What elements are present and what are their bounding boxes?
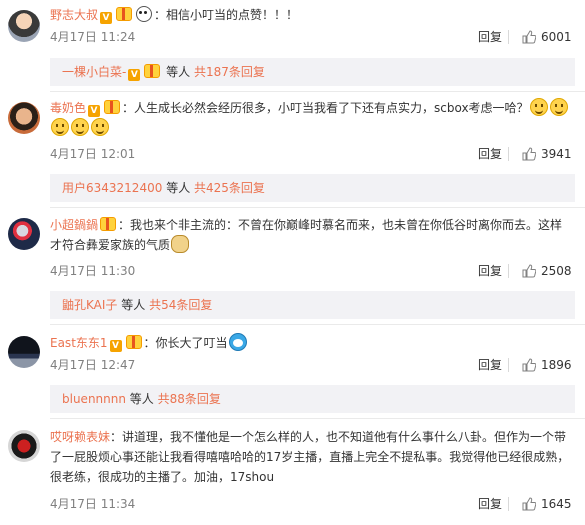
comment-list: 野志大叔 V ：相信小叮当的点赞！！！ 4月17日 11:24 回复 6001 一棵… <box>0 0 585 525</box>
reply-user-link[interactable]: bluennnnn <box>62 392 126 406</box>
reply-summary[interactable]: 用户6343212400 等人 共425条回复 <box>50 174 575 202</box>
separator <box>508 30 509 44</box>
thumbs-up-icon[interactable] <box>522 497 536 511</box>
reply-button[interactable]: 回复 <box>478 497 502 511</box>
thumbs-up-icon[interactable] <box>522 30 536 44</box>
separator <box>508 497 509 511</box>
username-link[interactable]: 哎呀赖表妹 <box>50 430 110 444</box>
like-count[interactable]: 3941 <box>541 147 572 161</box>
reply-summary-mid: 等人 <box>166 65 191 79</box>
reply-count-link[interactable]: 共425条回复 <box>194 181 265 195</box>
comment-time: 4月17日 11:24 <box>50 30 136 44</box>
fan-badge-icon <box>116 7 133 21</box>
verified-badge-icon: V <box>128 69 141 81</box>
like-count[interactable]: 6001 <box>541 30 572 44</box>
comment-time: 4月17日 12:47 <box>50 358 136 372</box>
comment-time: 4月17日 11:34 <box>50 497 136 511</box>
smile-emoji-icon <box>71 118 89 136</box>
like-count[interactable]: 2508 <box>541 264 572 278</box>
reply-summary[interactable]: 鼬孔KAI子 等人 共54条回复 <box>50 291 575 319</box>
comment-body-line2: 才符合彝爱家族的气质 <box>50 238 171 252</box>
reply-user-link[interactable]: 鼬孔KAI子 <box>62 298 117 312</box>
username-link[interactable]: 毒奶色 <box>50 101 86 115</box>
reply-button[interactable]: 回复 <box>478 358 502 372</box>
reply-button[interactable]: 回复 <box>478 264 502 278</box>
thumbs-up-icon[interactable] <box>522 358 536 372</box>
separator <box>508 264 509 278</box>
divider <box>50 91 585 92</box>
comment-body: ：人生成长必然会经历很多，小叮当我看了下还有点实力，scbox考虑一哈？ <box>122 101 529 115</box>
comment-text: 毒奶色 V ：人生成长必然会经历很多，小叮当我看了下还有点实力，scbox考虑一哈？ <box>50 98 575 138</box>
verified-badge-icon: V <box>88 105 101 117</box>
username-link[interactable]: 野志大叔 <box>50 8 98 22</box>
divider <box>50 207 585 208</box>
reply-summary[interactable]: bluennnnn 等人 共88条回复 <box>50 385 575 413</box>
comment-text: East东东1 V ：你长大了叮当 <box>50 333 575 353</box>
reply-count-link[interactable]: 共187条回复 <box>194 65 265 79</box>
fan-badge-icon <box>100 217 117 231</box>
fan-badge-icon <box>104 100 121 114</box>
avatar[interactable] <box>8 218 40 250</box>
reply-summary-mid: 等人 <box>121 298 146 312</box>
username-link[interactable]: East东东1 <box>50 336 108 350</box>
smile-emoji-icon <box>51 118 69 136</box>
avatar[interactable] <box>8 10 40 42</box>
smile-emoji-icon <box>529 98 548 116</box>
reply-count-link[interactable]: 共54条回复 <box>149 298 212 312</box>
comment-time: 4月17日 12:01 <box>50 147 136 161</box>
comment-text: 哎呀赖表妹：讲道理，我不懂他是一个怎么样的人，也不知道他有什么事什么八卦。但作为… <box>50 427 575 487</box>
panda-emoji-icon <box>136 6 153 22</box>
fan-badge-icon <box>125 335 142 349</box>
reply-count-link[interactable]: 共88条回复 <box>158 392 221 406</box>
reply-button[interactable]: 回复 <box>478 147 502 161</box>
reply-button[interactable]: 回复 <box>478 30 502 44</box>
reply-summary-mid: 等人 <box>129 392 154 406</box>
comment-body: ：相信小叮当的点赞！！！ <box>154 8 299 22</box>
verified-badge-icon: V <box>109 340 122 352</box>
smile-emoji-icon <box>91 118 109 136</box>
divider <box>50 418 585 419</box>
avatar[interactable] <box>8 336 40 368</box>
reply-user-link[interactable]: 用户6343212400 <box>62 181 162 195</box>
like-count[interactable]: 1896 <box>541 358 572 372</box>
comment-time: 4月17日 11:30 <box>50 264 136 278</box>
thumbs-up-icon[interactable] <box>522 264 536 278</box>
separator <box>508 358 509 372</box>
divider <box>50 324 585 325</box>
comment-body-line3: 很老练，很成功的主播了。加油，17shou <box>50 470 275 484</box>
thumbs-up-icon[interactable] <box>522 147 536 161</box>
fan-badge-icon <box>144 64 161 78</box>
comment-body: ：你长大了叮当 <box>143 336 228 350</box>
comment-body: ：我也来个非主流的：不曾在你巅峰时慕名而来，也未曾在你低谷时离你而去。这样 <box>118 218 563 232</box>
avatar[interactable] <box>8 102 40 134</box>
comment-text: 小超鍋鍋 ：我也来个非主流的：不曾在你巅峰时慕名而来，也未曾在你低谷时离你而去。这… <box>50 215 575 255</box>
smile-emoji-icon <box>549 98 568 116</box>
reply-summary-mid: 等人 <box>166 181 191 195</box>
verified-badge-icon: V <box>100 12 113 24</box>
comment-text: 野志大叔 V ：相信小叮当的点赞！！！ <box>50 5 575 25</box>
doge-emoji-icon <box>171 235 190 253</box>
like-count[interactable]: 1645 <box>541 497 572 511</box>
reply-summary[interactable]: 一棵小白菜- V 等人 共187条回复 <box>50 58 575 86</box>
username-link[interactable]: 小超鍋鍋 <box>50 218 98 232</box>
reply-user-link[interactable]: 一棵小白菜- <box>62 65 126 79</box>
separator <box>508 147 509 161</box>
doraemon-emoji-icon <box>228 333 247 351</box>
comment-body-line2: 了一屁股烦心事还能让我看得嘻嘻哈哈的17岁主播，直播上完全不提私事。我觉得他已经… <box>50 450 570 464</box>
comment-body: ：讲道理，我不懂他是一个怎么样的人，也不知道他有什么事什么八卦。但作为一个带 <box>110 430 567 444</box>
avatar[interactable] <box>8 430 40 462</box>
